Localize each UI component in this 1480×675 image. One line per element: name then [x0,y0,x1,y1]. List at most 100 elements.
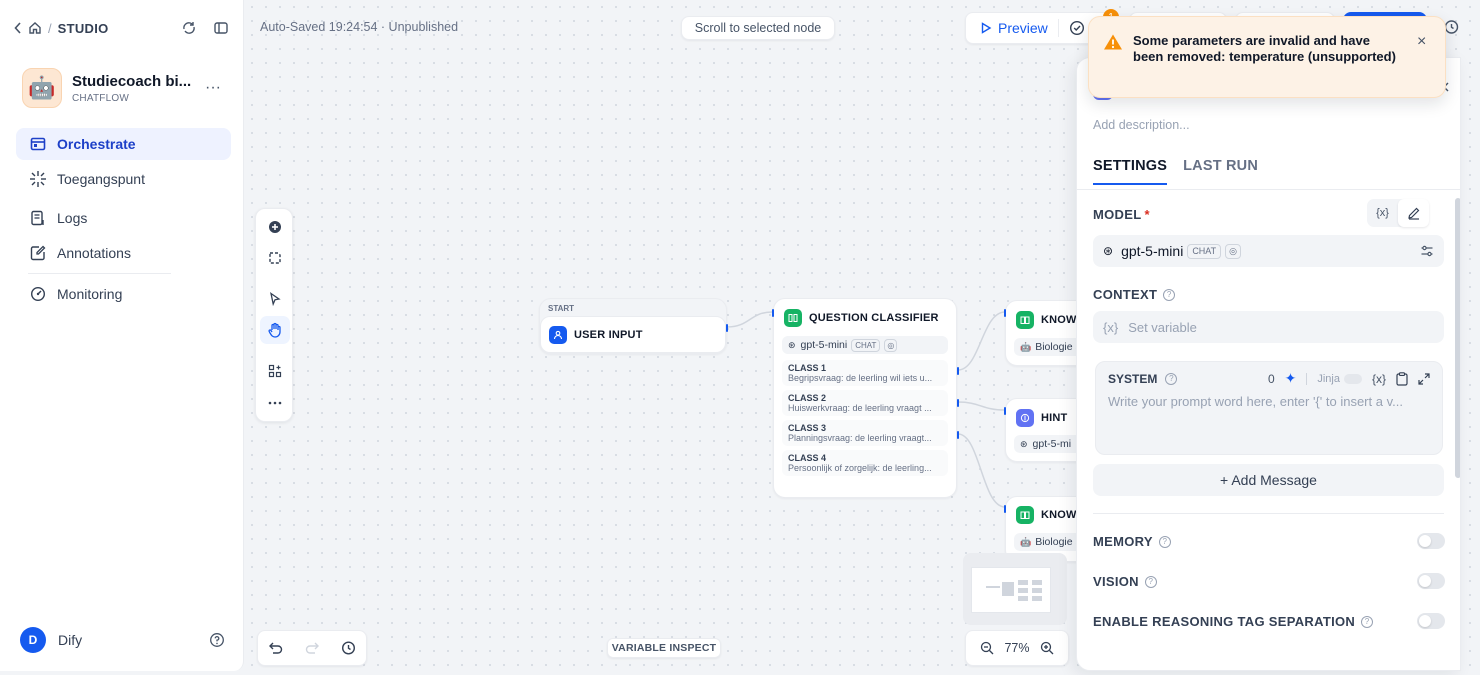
classifier-model: ⊛ gpt-5-mini CHAT ◎ [782,336,948,354]
redo-icon[interactable] [304,640,320,656]
jinja-toggle[interactable]: Jinja [1317,373,1362,385]
variable-mode-button[interactable]: {x} [1367,199,1398,227]
nav-divider [28,273,171,274]
zoom-controls: 77% [965,630,1069,666]
sidebar-item-label: Monitoring [57,286,123,302]
memory-label: MEMORY [1093,534,1153,549]
node-handle[interactable] [1004,505,1006,513]
edit-mode-button[interactable] [1398,199,1429,227]
model-label: MODEL [1093,207,1142,222]
close-icon[interactable]: × [1417,33,1426,51]
knowledge-icon [1016,506,1034,524]
node-handle[interactable] [957,431,959,439]
sparkle-icon[interactable]: ✦ [1285,370,1297,387]
sidebar-item-monitoring[interactable]: Monitoring [16,278,231,310]
node-handle[interactable] [1004,407,1006,415]
dataset-name: Biologie 3 [1035,341,1082,353]
node-handle[interactable] [957,367,959,375]
clipboard-icon[interactable] [1396,371,1408,386]
zoom-in-icon[interactable] [1040,641,1054,655]
class-item[interactable]: CLASS 1 Begripsvraag: de leerling wil ie… [782,360,948,386]
classifier-model-name: gpt-5-mini [800,339,848,351]
undo-redo-bar [257,630,367,666]
sidebar-item-label: Annotations [57,245,131,261]
node-handle[interactable] [1004,309,1006,317]
panel-tabs: SETTINGS LAST RUN [1093,158,1258,185]
model-tag: CHAT [851,338,881,352]
toast-message: Some parameters are invalid and have bee… [1133,33,1396,64]
user-icon [549,325,567,344]
tab-last-run[interactable]: LAST RUN [1183,158,1258,185]
memory-section-title: MEMORY ? [1093,534,1171,549]
sidebar-item-orchestrate[interactable]: Orchestrate [16,128,231,160]
sidebar-item-label: Logs [57,210,88,226]
hint-title: HINT [1041,412,1068,424]
info-icon[interactable]: ? [1165,372,1178,385]
tabs-divider [1077,189,1460,190]
sidebar-toggle-icon[interactable] [213,20,229,36]
zoom-level[interactable]: 77% [1004,641,1029,655]
app-card[interactable]: 🤖 Studiecoach bi... CHATFLOW ··· [22,68,227,108]
node-handle[interactable] [772,309,774,317]
class-desc: Huiswerkvraag: de leerling vraagt ... [788,403,932,413]
sidebar-item-logs[interactable]: Logs [16,202,231,234]
undo-icon[interactable] [268,640,284,656]
zoom-out-icon[interactable] [980,641,994,655]
warning-icon [1103,33,1123,51]
memory-toggle[interactable] [1417,533,1445,549]
sparkle-burst-icon [28,170,48,188]
version-history-icon[interactable] [340,640,356,656]
class-desc: Persoonlijk of zorgelijk: de leerling... [788,463,932,473]
add-message-button[interactable]: + Add Message [1093,464,1444,496]
context-label: CONTEXT [1093,287,1158,302]
info-icon[interactable]: ? [1163,288,1176,301]
context-variable-input[interactable]: {x} Set variable [1093,311,1444,343]
dataset-icon: 🤖 [1020,341,1032,352]
pencil-icon [1407,207,1419,220]
chevron-left-icon[interactable] [14,22,22,34]
panel-scrollbar[interactable] [1455,198,1460,478]
node-handle[interactable] [957,399,959,407]
class-name: CLASS 2 [788,393,827,403]
question-classifier-node[interactable]: QUESTION CLASSIFIER ⊛ gpt-5-mini CHAT ◎ … [772,298,959,498]
class-item[interactable]: CLASS 4 Persoonlijk of zorgelijk: de lee… [782,450,948,476]
more-options-icon[interactable]: ··· [205,79,221,97]
openai-icon: ⊛ [788,339,796,350]
info-icon[interactable]: ? [1361,615,1374,628]
vision-section-title: VISION ? [1093,574,1157,589]
reasoning-toggle[interactable] [1417,613,1445,629]
user-account[interactable]: D Dify [20,627,225,653]
info-icon[interactable]: ? [1144,575,1157,588]
hint-model-name: gpt-5-mi [1032,438,1072,450]
node-settings-panel: Add description... SETTINGS LAST RUN MOD… [1076,57,1461,671]
insert-variable-icon[interactable]: {x} [1372,372,1386,386]
variable-inspect-button[interactable]: VARIABLE INSPECT [607,638,721,658]
sidebar-item-label: Orchestrate [57,136,136,152]
help-icon[interactable] [209,632,225,648]
jinja-switch[interactable] [1343,373,1362,384]
class-name: CLASS 4 [788,453,827,463]
home-icon[interactable] [28,21,42,35]
class-item[interactable]: CLASS 2 Huiswerkvraag: de leerling vraag… [782,390,948,416]
context-section-title: CONTEXT ? [1093,287,1176,302]
start-node[interactable]: START USER INPUT [539,298,728,354]
vision-toggle[interactable] [1417,573,1445,589]
class-item[interactable]: CLASS 3 Planningsvraag: de leerling vraa… [782,420,948,446]
sidebar-item-annotations[interactable]: Annotations [16,237,231,269]
breadcrumb-studio[interactable]: STUDIO [58,21,109,36]
app-type: CHATFLOW [72,92,129,104]
model-selector[interactable]: ⊛ gpt-5-mini CHAT ◎ [1093,235,1444,267]
sync-icon[interactable] [181,20,197,36]
tab-settings[interactable]: SETTINGS [1093,158,1168,185]
expand-icon[interactable] [1418,372,1430,385]
minimap[interactable] [963,553,1067,625]
annotation-icon [28,245,48,261]
description-input[interactable]: Add description... [1093,118,1190,132]
system-prompt-editor[interactable]: SYSTEM ? 0 ✦ Jinja {x} Write your prompt [1095,361,1443,455]
model-params-icon[interactable] [1420,244,1434,258]
gauge-icon [28,286,48,302]
node-handle[interactable] [726,324,728,332]
sidebar-item-toegangspunt[interactable]: Toegangspunt [16,163,231,195]
minimap-viewport[interactable] [971,567,1051,613]
info-icon[interactable]: ? [1158,535,1171,548]
